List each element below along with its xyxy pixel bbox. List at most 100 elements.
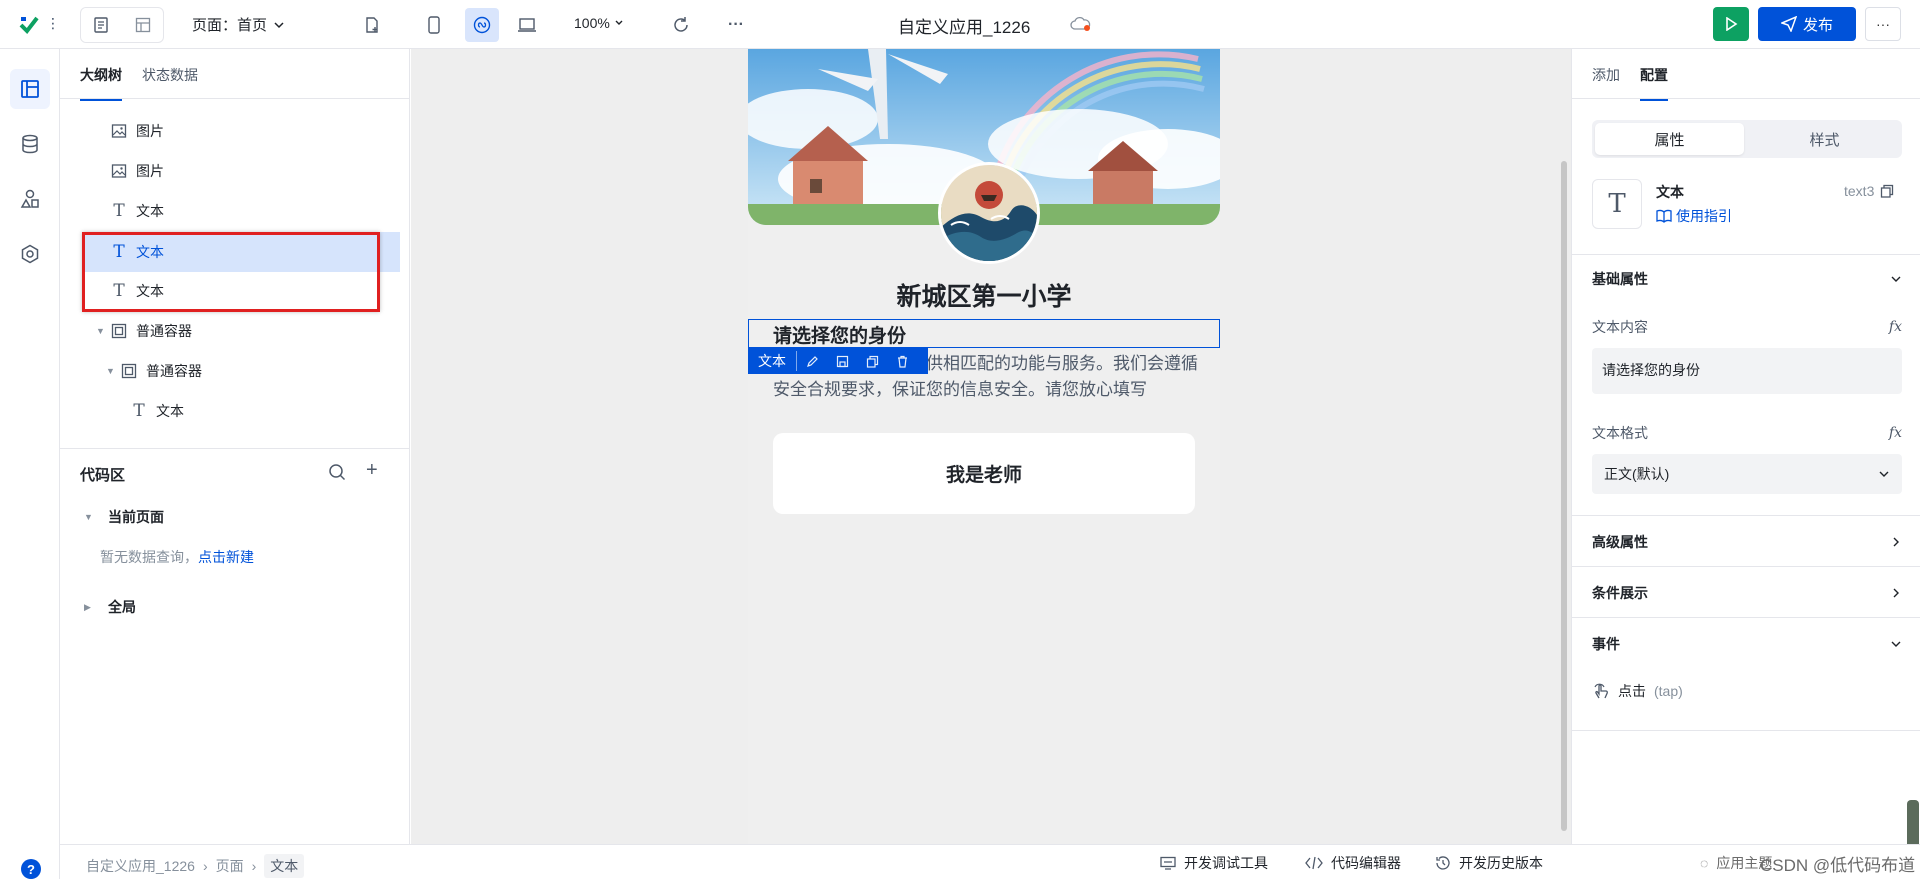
text-icon: T xyxy=(113,201,125,221)
run-button[interactable] xyxy=(1713,7,1749,41)
tree-item[interactable]: ▼ 普通容器 xyxy=(60,351,410,391)
tab-outline-tree[interactable]: 大纲树 xyxy=(80,65,122,101)
tree-item-label: 图片 xyxy=(136,163,164,179)
breadcrumb-current[interactable]: 文本 xyxy=(264,854,305,878)
layout-icon xyxy=(135,17,151,33)
config-tabs: 添加 配置 xyxy=(1592,65,1668,101)
rail-settings-button[interactable] xyxy=(10,234,50,274)
image-icon xyxy=(110,122,128,140)
add-icon[interactable]: + xyxy=(366,459,378,482)
empty-query-label: 暂无数据查询， xyxy=(100,549,198,565)
divider xyxy=(1572,98,1920,99)
breadcrumb: 自定义应用_1226 › 页面 › 文本 xyxy=(86,854,305,878)
tab-add[interactable]: 添加 xyxy=(1592,65,1620,101)
caret-down-icon[interactable]: ▼ xyxy=(106,366,120,376)
publish-button[interactable]: 发布 xyxy=(1758,7,1856,41)
text-icon: T xyxy=(133,401,145,421)
breadcrumb-app[interactable]: 自定义应用_1226 xyxy=(86,856,195,876)
help-icon[interactable]: ? xyxy=(21,859,41,879)
chevron-down-icon xyxy=(274,21,284,28)
tree-item[interactable]: ▼ 普通容器 xyxy=(60,311,410,351)
tree-item[interactable]: 图片 xyxy=(60,111,410,151)
edit-icon[interactable] xyxy=(797,355,827,368)
refresh-button[interactable] xyxy=(661,8,701,42)
copy-icon[interactable] xyxy=(1880,184,1894,198)
header-more-button[interactable]: ··· xyxy=(1865,7,1901,41)
top-bar: ⋮ 页面：首页 100% ··· 自定义应用_1226 发布 ··· xyxy=(0,0,1920,49)
cloud-sync-icon xyxy=(1070,16,1091,31)
watermark: CSDN @低代码布道师 xyxy=(1760,856,1916,875)
text-format-select[interactable]: 正文(默认) xyxy=(1592,454,1902,494)
tree-item[interactable]: T 文本 xyxy=(60,191,410,231)
tab-config[interactable]: 配置 xyxy=(1640,65,1668,101)
element-type-label: 文本 xyxy=(748,351,797,371)
outline-view-button[interactable] xyxy=(82,8,120,42)
zoom-select[interactable]: 100% xyxy=(574,15,624,31)
tree-item[interactable]: 图片 xyxy=(60,151,410,191)
delete-icon[interactable] xyxy=(887,355,917,368)
rail-components-button[interactable] xyxy=(10,179,50,219)
tap-event-item[interactable]: 点击 (tap) xyxy=(1592,681,1683,701)
chevron-right-icon: › xyxy=(202,858,208,874)
school-avatar[interactable] xyxy=(938,162,1040,264)
tap-gesture-icon xyxy=(1594,683,1608,699)
divider xyxy=(1572,254,1920,255)
text-content-field[interactable]: 请选择您的身份 xyxy=(1592,348,1902,394)
refresh-icon xyxy=(674,17,688,32)
global-label: 全局 xyxy=(108,599,136,615)
condition-header[interactable]: 条件展示 xyxy=(1592,583,1902,603)
tab-attributes[interactable]: 属性 xyxy=(1595,123,1744,155)
advanced-props-header[interactable]: 高级属性 xyxy=(1592,532,1902,552)
chevron-right-icon: › xyxy=(251,858,257,874)
layout-view-button[interactable] xyxy=(124,8,162,42)
page-select[interactable]: 页面：首页 xyxy=(192,14,285,35)
create-query-link[interactable]: 点击新建 xyxy=(198,549,254,565)
rail-data-button[interactable] xyxy=(10,124,50,164)
code-icon xyxy=(1305,856,1323,870)
chevron-right-icon xyxy=(1893,537,1899,547)
fx-icon[interactable]: fx xyxy=(1889,425,1902,441)
text-format-row: 文本格式 fx xyxy=(1592,423,1902,443)
annotation-highlight-box xyxy=(82,232,380,312)
tree-item[interactable]: T 文本 xyxy=(60,391,410,431)
school-title[interactable]: 新城区第一小学 xyxy=(748,277,1220,313)
caret-down-icon[interactable]: ▼ xyxy=(96,326,110,336)
mobile-view-button[interactable] xyxy=(417,8,451,42)
tree-item-label: 文本 xyxy=(136,203,164,219)
canvas-scrollbar[interactable] xyxy=(1561,161,1567,831)
outline-panel: 大纲树 状态数据 图片 图片 T 文本 T 文本 T 文本 ▼ 普通容器 ▼ 普… xyxy=(60,49,410,844)
desktop-view-button[interactable] xyxy=(510,8,544,42)
toolbar-more-button[interactable]: ··· xyxy=(716,8,756,42)
text-component-icon: T xyxy=(1592,179,1642,229)
rail-outline-button[interactable] xyxy=(10,69,50,109)
attr-style-switch: 属性 样式 xyxy=(1592,120,1902,158)
events-header[interactable]: 事件 xyxy=(1592,634,1902,654)
tab-state-data[interactable]: 状态数据 xyxy=(142,65,198,101)
breadcrumb-page[interactable]: 页面 xyxy=(216,856,244,876)
global-node[interactable]: ▶ 全局 xyxy=(84,597,136,617)
app-switch-icon[interactable]: ⋮ xyxy=(46,15,60,32)
book-icon xyxy=(1656,209,1672,223)
miniprogram-view-button[interactable] xyxy=(465,8,499,42)
tab-styles[interactable]: 样式 xyxy=(1750,123,1899,155)
database-icon xyxy=(22,134,38,154)
image-icon xyxy=(110,162,128,180)
teacher-button[interactable]: 我是老师 xyxy=(773,433,1195,514)
copy-icon[interactable] xyxy=(857,355,887,368)
current-page-node[interactable]: ▼ 当前页面 xyxy=(84,507,164,527)
debug-tools-button[interactable]: 开发调试工具 xyxy=(1160,853,1268,873)
palette-icon: ◌ xyxy=(1700,855,1709,871)
debug-tools-label: 开发调试工具 xyxy=(1184,855,1268,871)
code-editor-button[interactable]: 代码编辑器 xyxy=(1305,853,1401,873)
save-icon[interactable] xyxy=(827,355,857,368)
tree-item-label: 图片 xyxy=(136,123,164,139)
search-icon[interactable] xyxy=(328,463,346,481)
add-page-button[interactable] xyxy=(352,8,392,42)
history-icon xyxy=(1436,856,1450,870)
history-button[interactable]: 开发历史版本 xyxy=(1435,853,1543,873)
choose-identity-text[interactable]: 请选择您的身份 xyxy=(773,321,906,348)
fx-icon[interactable]: fx xyxy=(1889,319,1902,335)
component-id: text3 xyxy=(1844,183,1894,199)
usage-guide-link[interactable]: 使用指引 xyxy=(1656,206,1732,226)
basic-props-header[interactable]: 基础属性 xyxy=(1592,269,1902,289)
